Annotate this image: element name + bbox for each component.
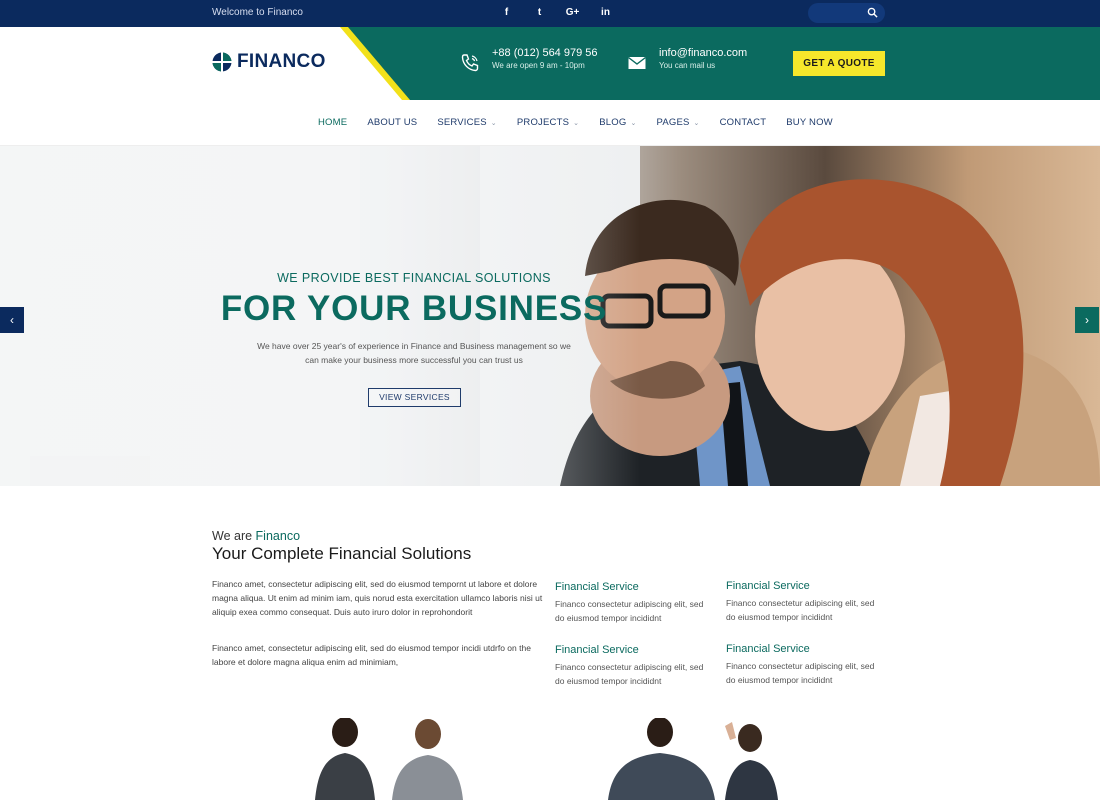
view-services-button[interactable]: VIEW SERVICES <box>368 388 461 407</box>
logo-icon <box>212 52 232 72</box>
nav-item-about-us[interactable]: ABOUT US <box>367 117 417 128</box>
service-title[interactable]: Financial Service <box>726 580 886 592</box>
hero-tagline: WE PROVIDE BEST FINANCIAL SOLUTIONS <box>277 271 551 285</box>
service-item: Financial Service Financo consectetur ad… <box>555 581 715 625</box>
facebook-icon[interactable]: f <box>490 6 523 20</box>
phone-hours: We are open 9 am - 10pm <box>492 61 585 70</box>
chevron-down-icon: ⌄ <box>693 119 700 127</box>
chevron-down-icon: ⌄ <box>630 119 637 127</box>
email-caption: You can mail us <box>659 61 716 70</box>
nav-item-label: HOME <box>318 117 348 128</box>
phone-contact: +88 (012) 564 979 56 We are open 9 am - … <box>460 47 598 73</box>
phone-icon <box>461 54 479 72</box>
top-bar: Welcome to Financo f t G+ in <box>0 0 1100 27</box>
social-links: f t G+ in <box>490 6 622 20</box>
chevron-down-icon: ⌄ <box>490 119 497 127</box>
nav-item-services[interactable]: SERVICES ⌄ <box>437 117 497 128</box>
nav-item-buy-now[interactable]: BUY NOW <box>786 117 833 128</box>
welcome-text: Welcome to Financo <box>212 7 303 18</box>
nav-item-label: BUY NOW <box>786 117 833 128</box>
nav-item-label: SERVICES <box>437 117 487 128</box>
about-paragraph-2: Financo amet, consectetur adipiscing eli… <box>212 643 531 667</box>
google-plus-icon[interactable]: G+ <box>556 6 589 20</box>
twitter-icon[interactable]: t <box>523 6 556 20</box>
linkedin-icon[interactable]: in <box>589 6 622 20</box>
service-text: Financo consectetur adipiscing elit, sed… <box>555 662 704 686</box>
section-heading: Your Complete Financial Solutions <box>212 544 472 563</box>
nav-item-label: BLOG <box>599 117 627 128</box>
nav-item-pages[interactable]: PAGES ⌄ <box>657 117 700 128</box>
hero-slider: WE PROVIDE BEST FINANCIAL SOLUTIONS FOR … <box>0 146 1100 486</box>
service-text: Financo consectetur adipiscing elit, sed… <box>555 599 704 623</box>
phone-number[interactable]: +88 (012) 564 979 56 <box>492 47 598 59</box>
service-item: Financial Service Financo consectetur ad… <box>555 644 715 688</box>
chevron-down-icon: ⌄ <box>573 119 580 127</box>
nav-item-contact[interactable]: CONTACT <box>720 117 767 128</box>
business-people-image <box>608 718 778 800</box>
section-kicker: We are Financo <box>212 529 300 543</box>
service-item: Financial Service Financo consectetur ad… <box>726 643 886 687</box>
logo[interactable]: FINANCO <box>212 51 326 73</box>
service-title[interactable]: Financial Service <box>555 644 715 656</box>
service-title[interactable]: Financial Service <box>555 581 715 593</box>
site-header: FINANCO +88 (012) 564 979 56 We are open… <box>0 27 1100 100</box>
main-nav: HOME ABOUT US SERVICES ⌄ PROJECTS ⌄ BLOG ⌄ … <box>0 100 1100 146</box>
kicker-prefix: We are <box>212 529 256 543</box>
nav-item-projects[interactable]: PROJECTS ⌄ <box>517 117 579 128</box>
logo-text: FINANCO <box>237 51 326 72</box>
kicker-brand: Financo <box>255 529 301 543</box>
slider-prev-arrow-icon[interactable]: ‹ <box>0 307 24 333</box>
get-a-quote-button[interactable]: GET A QUOTE <box>793 51 885 76</box>
service-title[interactable]: Financial Service <box>726 643 886 655</box>
search-icon[interactable] <box>867 7 878 18</box>
mail-icon <box>628 56 646 69</box>
nav-item-home[interactable]: HOME <box>318 117 347 128</box>
nav-item-label: PROJECTS <box>516 117 570 128</box>
service-text: Financo consectetur adipiscing elit, sed… <box>726 598 875 622</box>
nav-item-label: ABOUT US <box>367 117 418 128</box>
business-people-image <box>315 718 463 800</box>
nav-item-blog[interactable]: BLOG ⌄ <box>599 117 636 128</box>
service-text: Financo consectetur adipiscing elit, sed… <box>726 661 875 685</box>
email-address[interactable]: info@financo.com <box>659 47 747 59</box>
nav-item-label: PAGES <box>656 117 690 128</box>
hero-description: We have over 25 year's of experience in … <box>257 341 571 365</box>
hero-headline: FOR YOUR BUSINESS <box>220 289 608 328</box>
nav-item-label: CONTACT <box>719 117 767 128</box>
service-item: Financial Service Financo consectetur ad… <box>726 580 886 624</box>
slider-next-arrow-icon[interactable]: › <box>1075 307 1099 333</box>
search-input[interactable] <box>808 3 885 23</box>
about-section: We are Financo Your Complete Financial S… <box>0 486 1100 800</box>
email-contact: info@financo.com You can mail us <box>627 47 747 73</box>
about-paragraph-1: Financo amet, consectetur adipiscing eli… <box>212 579 543 617</box>
